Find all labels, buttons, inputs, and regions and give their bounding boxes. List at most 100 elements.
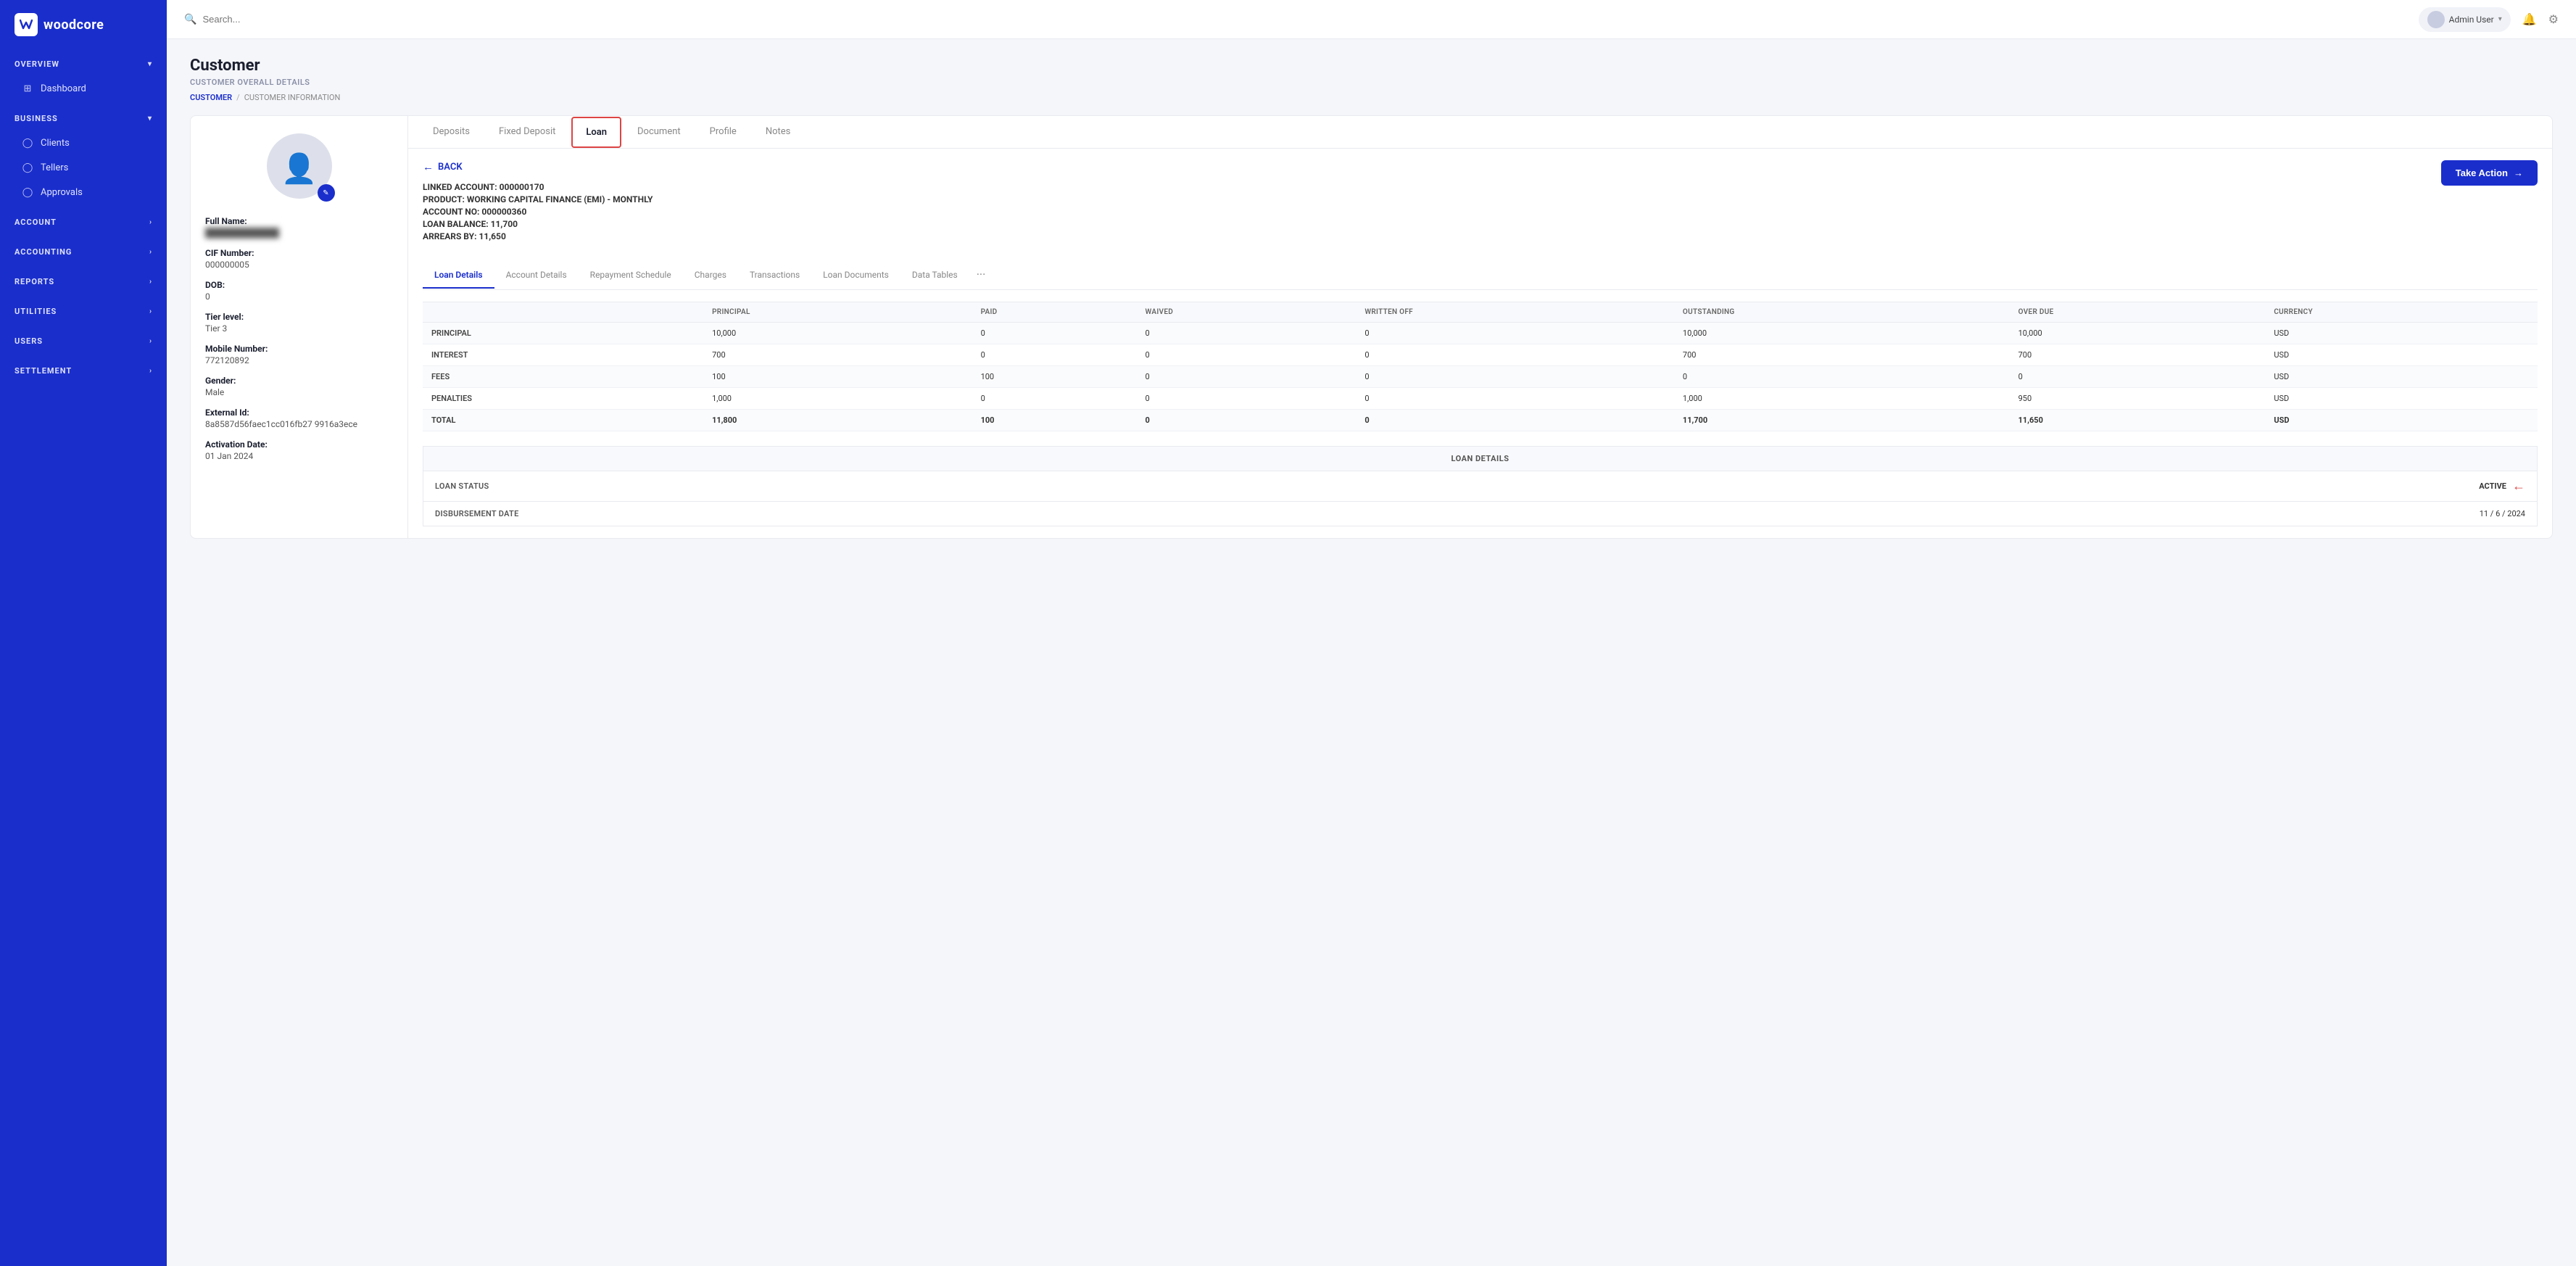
breadcrumb-link[interactable]: CUSTOMER	[190, 93, 232, 102]
field-dob-value: 0	[205, 291, 393, 302]
cell-principal: 100	[703, 366, 972, 388]
product-value: WORKING CAPITAL FINANCE (EMI) - MONTHLY	[467, 194, 653, 204]
chevron-right-icon-accounting: ›	[149, 248, 152, 256]
sidebar-section-business-header[interactable]: BUSINESS ▾	[0, 107, 167, 131]
field-mobile: Mobile Number: 772120892	[205, 344, 393, 365]
loan-summary-table: PRINCIPAL PAID WAIVED WRITTEN OFF OUTSTA…	[423, 302, 2538, 431]
sidebar-section-accounting-header[interactable]: ACCOUNTING ›	[0, 240, 167, 264]
cell-over-due: 700	[2010, 344, 2266, 366]
cell-outstanding: 11,700	[1674, 410, 2010, 431]
field-tier-value: Tier 3	[205, 323, 393, 334]
linked-account-line: LINKED ACCOUNT: 000000170	[423, 182, 653, 192]
table-header-row: PRINCIPAL PAID WAIVED WRITTEN OFF OUTSTA…	[423, 302, 2538, 323]
cell-written-off: 0	[1356, 344, 1674, 366]
cell-currency: USD	[2265, 388, 2538, 410]
tab-notes[interactable]: Notes	[753, 116, 804, 149]
arrears-label: ARREARS BY:	[423, 231, 476, 241]
topbar: 🔍 Admin User ▾ 🔔 ⚙	[167, 0, 2576, 39]
sidebar-section-users-label: USERS	[15, 336, 43, 346]
left-panel: 👤 ✎ Full Name: ████████████ CIF Number: …	[191, 116, 408, 538]
loan-details-section: LOAN DETAILS LOAN STATUS ACTIVE ← DISBUR…	[423, 446, 2538, 526]
avatar	[2427, 11, 2445, 28]
field-gender-value: Male	[205, 387, 393, 397]
field-full-name-label: Full Name:	[205, 216, 393, 226]
sub-tab-repayment-schedule[interactable]: Repayment Schedule	[579, 262, 683, 289]
sub-tab-loan-documents[interactable]: Loan Documents	[811, 262, 900, 289]
sub-tabs: Loan Details Account Details Repayment S…	[423, 260, 2538, 290]
sidebar-item-dashboard[interactable]: ⊞ Dashboard	[0, 76, 167, 101]
sidebar-section-account-header[interactable]: ACCOUNT ›	[0, 210, 167, 234]
account-no-value: 000000360	[481, 207, 526, 217]
sidebar-section-settlement: SETTLEMENT ›	[0, 356, 167, 386]
cell-paid: 0	[972, 388, 1137, 410]
field-mobile-label: Mobile Number:	[205, 344, 393, 354]
balance-value: 11,700	[491, 219, 518, 229]
table-row: PRINCIPAL 10,000 0 0 0 10,000 10,000 USD	[423, 323, 2538, 344]
sidebar: woodcore OVERVIEW ▾ ⊞ Dashboard BUSINESS…	[0, 0, 167, 1266]
search-input[interactable]	[202, 14, 347, 25]
sidebar-section-utilities-header[interactable]: UTILITIES ›	[0, 299, 167, 323]
cell-written-off: 0	[1356, 388, 1674, 410]
cell-currency: USD	[2265, 344, 2538, 366]
sidebar-section-overview-header[interactable]: OVERVIEW ▾	[0, 52, 167, 76]
user-area[interactable]: Admin User ▾	[2419, 7, 2511, 32]
sub-tab-transactions[interactable]: Transactions	[738, 262, 811, 289]
arrears-line: ARREARS BY: 11,650	[423, 231, 653, 241]
loan-status-value-area: ACTIVE ←	[2479, 479, 2525, 494]
field-cif: CIF Number: 000000005	[205, 248, 393, 270]
cell-outstanding: 1,000	[1674, 388, 2010, 410]
sidebar-section-settlement-label: SETTLEMENT	[15, 366, 72, 376]
col-over-due: OVER DUE	[2010, 302, 2266, 323]
sidebar-item-approvals[interactable]: ◯ Approvals	[0, 180, 167, 204]
back-button[interactable]: ← BACK	[423, 160, 653, 173]
field-cif-value: 000000005	[205, 260, 393, 270]
customer-card: 👤 ✎ Full Name: ████████████ CIF Number: …	[190, 115, 2553, 539]
logo-icon	[15, 13, 38, 36]
loan-header-row: ← BACK LINKED ACCOUNT: 000000170 PRODUCT…	[423, 160, 2538, 252]
sidebar-section-accounting-label: ACCOUNTING	[15, 247, 72, 257]
product-label: PRODUCT:	[423, 194, 465, 204]
sub-tab-account-details[interactable]: Account Details	[494, 262, 579, 289]
chevron-down-icon-user: ▾	[2498, 15, 2502, 23]
col-type	[423, 302, 703, 323]
settings-icon[interactable]: ⚙	[2548, 12, 2559, 26]
sidebar-item-tellers[interactable]: ◯ Tellers	[0, 155, 167, 180]
sidebar-section-reports-header[interactable]: REPORTS ›	[0, 270, 167, 294]
field-dob: DOB: 0	[205, 280, 393, 302]
sub-tab-charges[interactable]: Charges	[683, 262, 738, 289]
field-gender-label: Gender:	[205, 376, 393, 386]
col-waived: WAIVED	[1137, 302, 1357, 323]
table-row: FEES 100 100 0 0 0 0 USD	[423, 366, 2538, 388]
field-cif-label: CIF Number:	[205, 248, 393, 258]
sidebar-section-utilities-label: UTILITIES	[15, 307, 57, 316]
loan-info: LINKED ACCOUNT: 000000170 PRODUCT: WORKI…	[423, 182, 653, 241]
arrow-right-icon: →	[2514, 167, 2523, 178]
cell-currency: USD	[2265, 366, 2538, 388]
content-area: Customer CUSTOMER OVERALL DETAILS CUSTOM…	[167, 39, 2576, 1266]
sub-tab-data-tables[interactable]: Data Tables	[900, 262, 969, 289]
tab-deposits[interactable]: Deposits	[420, 116, 483, 149]
take-action-button[interactable]: Take Action →	[2441, 160, 2538, 186]
red-arrow-icon: ←	[2512, 479, 2525, 494]
sub-tab-loan-details[interactable]: Loan Details	[423, 262, 494, 289]
sidebar-section-settlement-header[interactable]: SETTLEMENT ›	[0, 359, 167, 383]
cell-currency: USD	[2265, 410, 2538, 431]
col-paid: PAID	[972, 302, 1137, 323]
notification-icon[interactable]: 🔔	[2522, 12, 2537, 26]
sidebar-section-users-header[interactable]: USERS ›	[0, 329, 167, 353]
cell-principal: 10,000	[703, 323, 972, 344]
col-principal: PRINCIPAL	[703, 302, 972, 323]
more-tabs-button[interactable]: ···	[969, 260, 993, 290]
sidebar-item-clients[interactable]: ◯ Clients	[0, 131, 167, 155]
cell-over-due: 0	[2010, 366, 2266, 388]
loan-disbursement-row: DISBURSEMENT DATE 11 / 6 / 2024	[423, 501, 2538, 526]
avatar-edit-button[interactable]: ✎	[318, 184, 335, 202]
tab-loan[interactable]: Loan	[571, 117, 621, 148]
sidebar-section-utilities: UTILITIES ›	[0, 297, 167, 326]
tab-document[interactable]: Document	[624, 116, 694, 149]
field-external-id-label: External Id:	[205, 407, 393, 418]
tab-profile[interactable]: Profile	[697, 116, 750, 149]
tab-fixed-deposit[interactable]: Fixed Deposit	[486, 116, 568, 149]
cell-written-off: 0	[1356, 366, 1674, 388]
page-title: Customer	[190, 57, 2553, 75]
